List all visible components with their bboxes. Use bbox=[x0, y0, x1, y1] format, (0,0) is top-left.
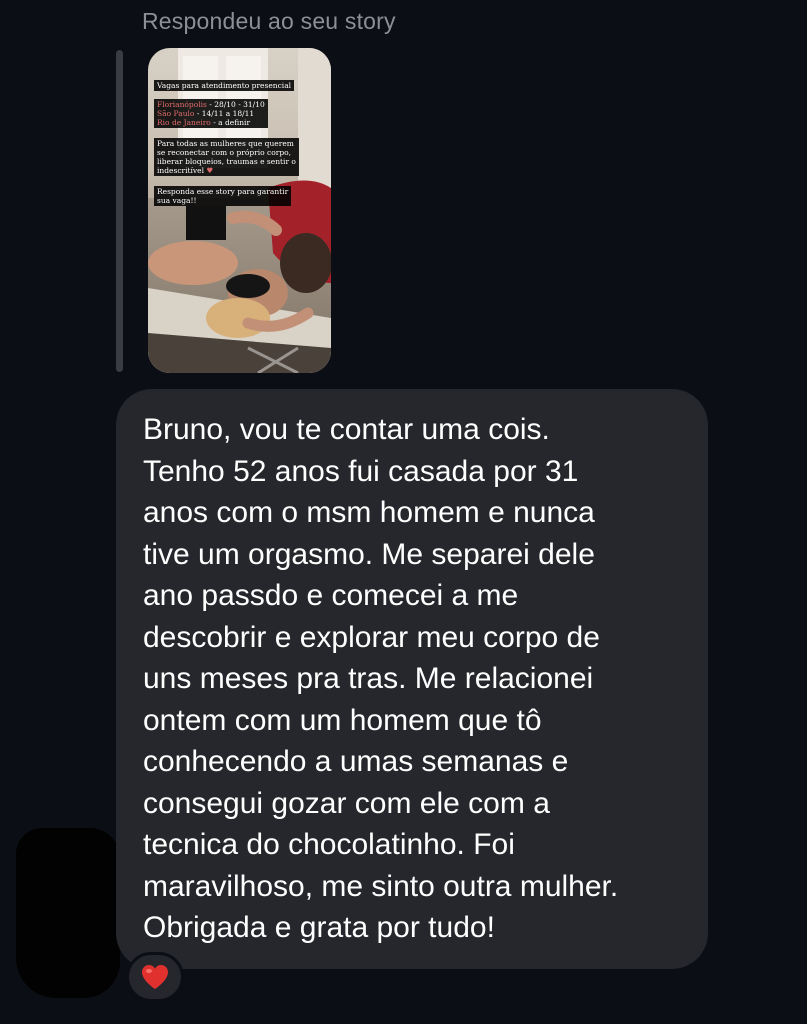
story-thumbnail[interactable]: Vagas para atendimento presencial Floria… bbox=[148, 48, 331, 373]
story-title-overlay: Vagas para atendimento presencial bbox=[154, 80, 295, 91]
story-body-line: Para todas as mulheres que querem bbox=[157, 139, 294, 148]
story-city-name: São Paulo bbox=[157, 109, 195, 118]
story-city-row: São Paulo - 14/11 a 18/11 bbox=[157, 109, 265, 118]
red-heart-icon bbox=[142, 965, 168, 989]
reaction-badge[interactable] bbox=[126, 952, 184, 1002]
story-body-line-end: indescritível bbox=[157, 166, 204, 175]
story-cta-overlay: Responda esse story para garantir sua va… bbox=[154, 186, 292, 206]
story-city-name: Florianópolis bbox=[157, 100, 207, 109]
story-title: Vagas para atendimento presencial bbox=[157, 81, 292, 90]
story-body-line: se reconectar com o próprio corpo, bbox=[157, 148, 292, 157]
story-city-row: Florianópolis - 28/10 - 31/10 bbox=[157, 100, 265, 109]
story-body-overlay: Para todas as mulheres que querem se rec… bbox=[154, 138, 299, 176]
story-city-dates: - 14/11 a 18/11 bbox=[194, 109, 255, 118]
story-cta-line: sua vaga!! bbox=[157, 196, 197, 205]
reply-context-label: Respondeu ao seu story bbox=[142, 8, 396, 34]
story-cta-line: Responda esse story para garantir bbox=[157, 187, 289, 196]
story-photo bbox=[148, 48, 331, 373]
story-city-name: Rio de Janeiro bbox=[157, 118, 211, 127]
message-text: Bruno, vou te contar uma cois. Tenho 52 … bbox=[143, 413, 619, 944]
reply-quote-bar bbox=[116, 50, 123, 372]
avatar-redacted[interactable] bbox=[16, 828, 120, 998]
story-body-line: liberar bloqueios, traumas e sentir o bbox=[157, 157, 296, 166]
story-body-line: indescritível ♥ bbox=[157, 166, 296, 175]
story-cities-overlay: Florianópolis - 28/10 - 31/10 São Paulo … bbox=[154, 99, 268, 128]
message-bubble[interactable]: Bruno, vou te contar uma cois. Tenho 52 … bbox=[116, 389, 708, 969]
story-city-dates: - a definir bbox=[210, 118, 251, 127]
dm-thread: Respondeu ao seu story Vagas para atendi… bbox=[0, 0, 807, 1024]
story-city-row: Rio de Janeiro - a definir bbox=[157, 118, 265, 127]
heart-icon: ♥ bbox=[206, 166, 214, 175]
story-city-dates: - 28/10 - 31/10 bbox=[206, 100, 265, 109]
